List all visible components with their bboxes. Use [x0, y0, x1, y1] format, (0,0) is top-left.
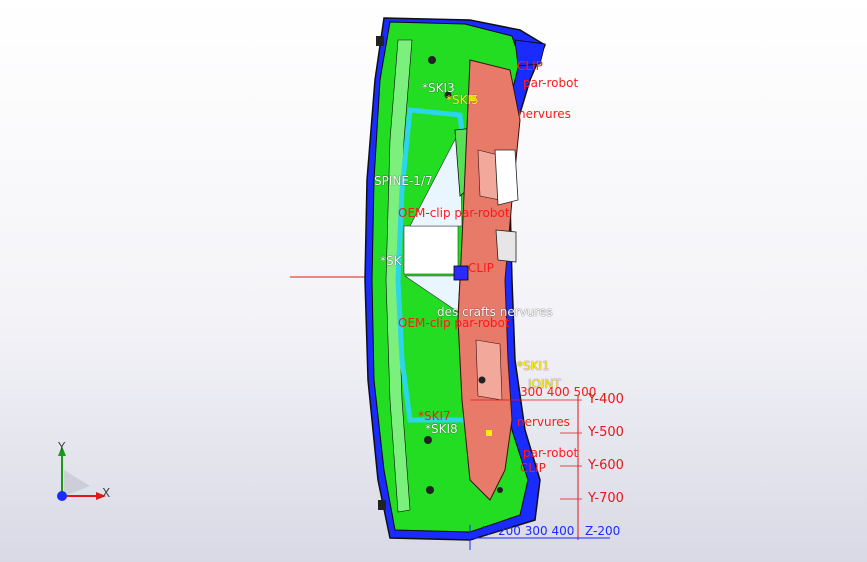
annotation-robot-top[interactable]: par-robot — [523, 77, 578, 90]
part-salmon-detail-b — [475, 339, 503, 401]
part-window-upper — [403, 225, 459, 275]
marker-yellow-2 — [486, 430, 492, 436]
part-side-bracket-mid — [495, 229, 517, 263]
bolt-1 — [428, 56, 436, 64]
y-ruler-label-500: Y-500 — [588, 425, 624, 440]
annotation-ski-lower-b[interactable]: *SKI8 — [425, 423, 458, 436]
y-ruler-label-400: Y-400 — [588, 392, 624, 407]
bolt-4 — [426, 486, 434, 494]
y-ruler-top-numbers: 300 400 500 — [520, 385, 597, 399]
x-ruler-end-label: Z-200 — [585, 524, 621, 538]
bolt-3 — [424, 436, 432, 444]
part-side-bracket-upper — [494, 149, 519, 206]
y-ruler-label-600: Y-600 — [588, 458, 624, 473]
coordinate-triad[interactable]: X Y — [50, 440, 120, 510]
x-ruler-prefix: X — [482, 524, 491, 538]
hinge-tab-bottom — [378, 500, 386, 510]
annotation-ski-mid[interactable]: *SK — [380, 255, 402, 268]
annotation-nervures-top[interactable]: nervures — [518, 108, 571, 121]
annotation-clip-top[interactable]: CLIP — [517, 60, 543, 73]
annotation-nervures-lower[interactable]: nervures — [517, 416, 570, 429]
annotation-ski-one[interactable]: *SKI1 — [517, 360, 550, 373]
annotation-ski-upper-b[interactable]: *SKI5 — [446, 94, 479, 107]
y-ruler-label-700: Y-700 — [588, 491, 624, 506]
annotation-spine-upper[interactable]: SPINE-1/7 — [374, 175, 433, 188]
triad-y-label: Y — [58, 440, 66, 454]
annotation-clip-lower[interactable]: CLIP — [520, 462, 546, 475]
annotation-oem-clip-upper[interactable]: OEM-clip par-robot — [398, 207, 510, 220]
triad-x-label: X — [102, 486, 111, 500]
cad-3d-viewport[interactable]: CLIP par-robot *SKI3 *SKI5 nervures SPIN… — [0, 0, 867, 562]
x-ruler-numbers: 200 300 400 — [498, 524, 575, 538]
annotation-oem-clip-lower[interactable]: OEM-clip par-robot — [398, 317, 510, 330]
annotation-robot-lower[interactable]: par-robot — [523, 447, 578, 460]
hinge-tab-top — [376, 36, 384, 46]
annotation-clip-mid[interactable]: CLIP — [468, 262, 494, 275]
bolt-5 — [497, 487, 503, 493]
part-blue-box-mid[interactable] — [453, 265, 469, 281]
bolt-6 — [478, 376, 486, 384]
